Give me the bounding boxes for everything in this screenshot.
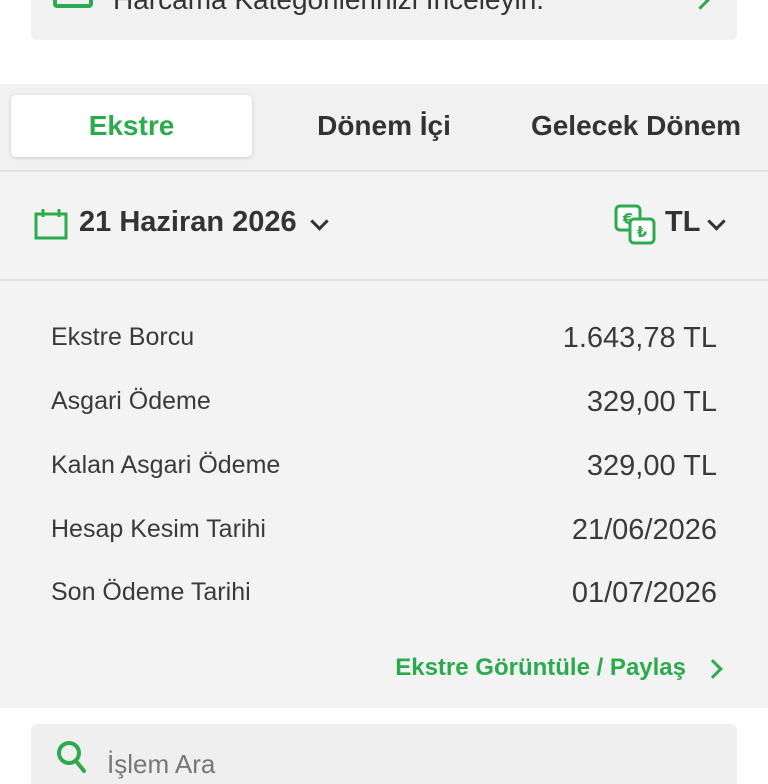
statement-date-selector[interactable]: 21 Haziran 2026 bbox=[79, 206, 297, 239]
transaction-search bbox=[31, 724, 737, 784]
view-share-statement-link[interactable]: Ekstre Görüntüle / Paylaş bbox=[395, 654, 686, 682]
row-label-ekstre-borcu: Ekstre Borcu bbox=[51, 323, 195, 351]
search-input[interactable] bbox=[107, 744, 607, 784]
row-label-hesap-kesim-tarihi: Hesap Kesim Tarihi bbox=[51, 515, 266, 543]
chevron-down-icon[interactable] bbox=[707, 212, 726, 231]
tab-ekstre[interactable]: Ekstre bbox=[11, 95, 252, 157]
row-label-asgari-odeme: Asgari Ödeme bbox=[51, 387, 211, 415]
row-value-hesap-kesim-tarihi: 21/06/2026 bbox=[571, 514, 717, 546]
row-value-kalan-asgari-odeme: 329,00 TL bbox=[586, 450, 717, 482]
statement-summary: Ekstre Borcu 1.643,78 TL Asgari Ödeme 32… bbox=[0, 281, 768, 708]
filter-row: 21 Haziran 2026 € ₺ TL bbox=[0, 172, 768, 281]
chevron-down-icon[interactable] bbox=[310, 212, 329, 231]
row-value-son-odeme-tarihi: 01/07/2026 bbox=[571, 577, 717, 609]
category-banner[interactable]: Harcama Kategorilerinizi İnceleyin. bbox=[31, 0, 737, 40]
row-value-ekstre-borcu: 1.643,78 TL bbox=[562, 322, 717, 354]
tab-donem-ici[interactable]: Dönem İçi bbox=[294, 95, 474, 157]
statement-tabs: Ekstre Dönem İçi Gelecek Dönem bbox=[0, 84, 768, 172]
calendar-icon[interactable] bbox=[34, 208, 68, 240]
row-label-son-odeme-tarihi: Son Ödeme Tarihi bbox=[51, 578, 251, 606]
row-value-asgari-odeme: 329,00 TL bbox=[586, 386, 717, 418]
chevron-right-icon bbox=[691, 0, 710, 10]
tab-gelecek-donem[interactable]: Gelecek Dönem bbox=[518, 95, 754, 157]
currency-selector[interactable]: TL bbox=[665, 206, 700, 239]
currency-exchange-icon[interactable]: € ₺ bbox=[614, 204, 658, 246]
search-icon bbox=[57, 741, 86, 773]
card-icon bbox=[53, 0, 93, 8]
chevron-right-icon[interactable] bbox=[703, 659, 723, 679]
row-label-kalan-asgari-odeme: Kalan Asgari Ödeme bbox=[51, 451, 281, 479]
banner-text: Harcama Kategorilerinizi İnceleyin. bbox=[113, 0, 544, 16]
svg-text:₺: ₺ bbox=[637, 223, 648, 241]
